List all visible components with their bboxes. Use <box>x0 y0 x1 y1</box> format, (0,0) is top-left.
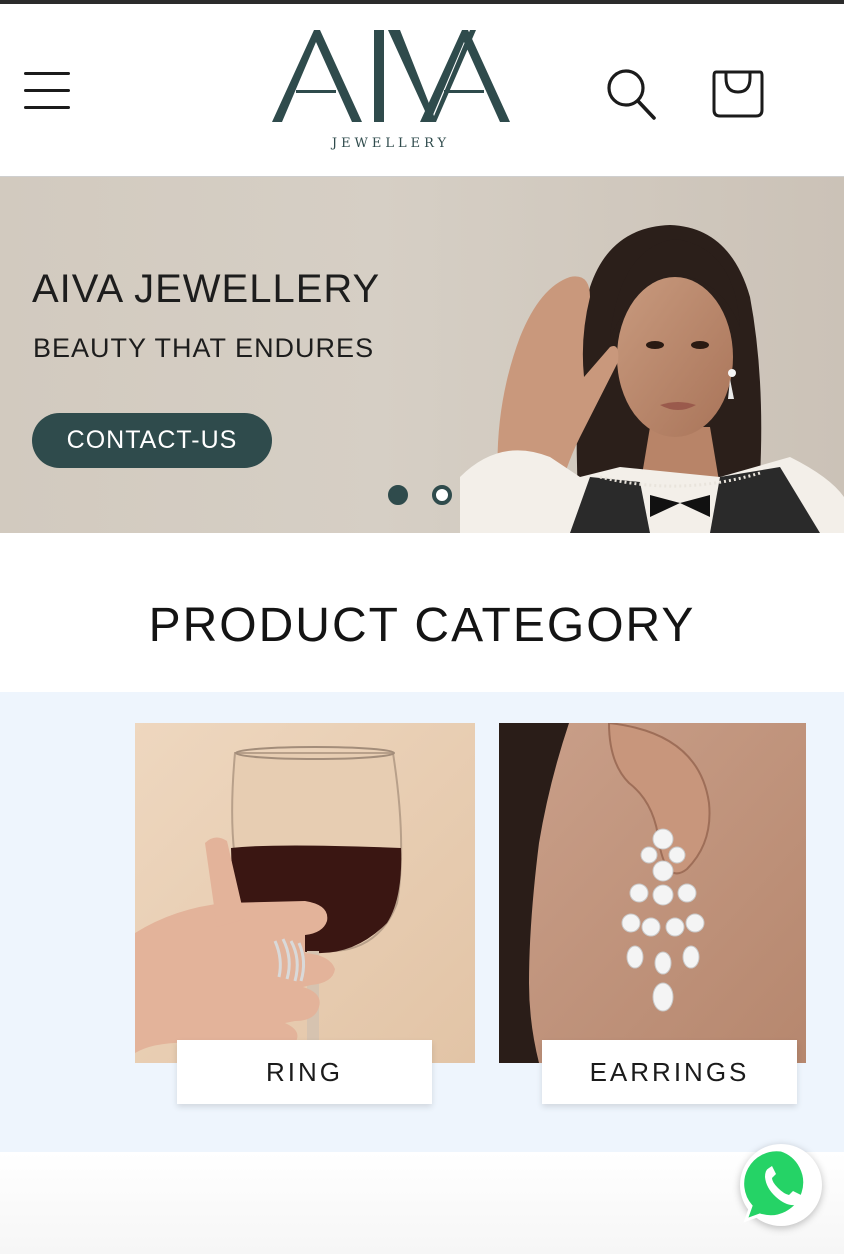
category-section: RING EARRINGS <box>0 692 844 1152</box>
carousel-dot-1[interactable] <box>388 485 408 505</box>
ring-category-image <box>135 723 475 1063</box>
category-label-ring: RING <box>177 1040 432 1104</box>
contact-us-button[interactable]: CONTACT-US <box>32 413 272 468</box>
section-title: PRODUCT CATEGORY <box>148 599 696 652</box>
earrings-category-image <box>499 723 806 1063</box>
category-card-earrings[interactable]: EARRINGS <box>499 723 806 1104</box>
brand-logo[interactable]: JEWELLERY <box>270 26 512 156</box>
hamburger-menu-icon[interactable] <box>22 68 72 112</box>
whatsapp-icon[interactable] <box>740 1144 822 1226</box>
hero-banner: AIVA JEWELLERY BEAUTY THAT ENDURES CONTA… <box>0 177 844 533</box>
hero-subtitle: BEAUTY THAT ENDURES <box>33 333 375 363</box>
search-icon[interactable] <box>604 66 660 122</box>
shopping-bag-icon[interactable] <box>710 66 766 122</box>
brand-logo-mark <box>272 30 510 122</box>
carousel-dot-2[interactable] <box>432 485 452 505</box>
category-card-ring[interactable]: RING <box>135 723 475 1104</box>
site-header: JEWELLERY <box>0 4 844 177</box>
hero-title: AIVA JEWELLERY <box>32 267 381 311</box>
category-label-earrings: EARRINGS <box>542 1040 797 1104</box>
footer-area <box>0 1152 844 1254</box>
brand-subtitle: JEWELLERY <box>331 136 451 151</box>
hero-model-image <box>460 225 844 533</box>
